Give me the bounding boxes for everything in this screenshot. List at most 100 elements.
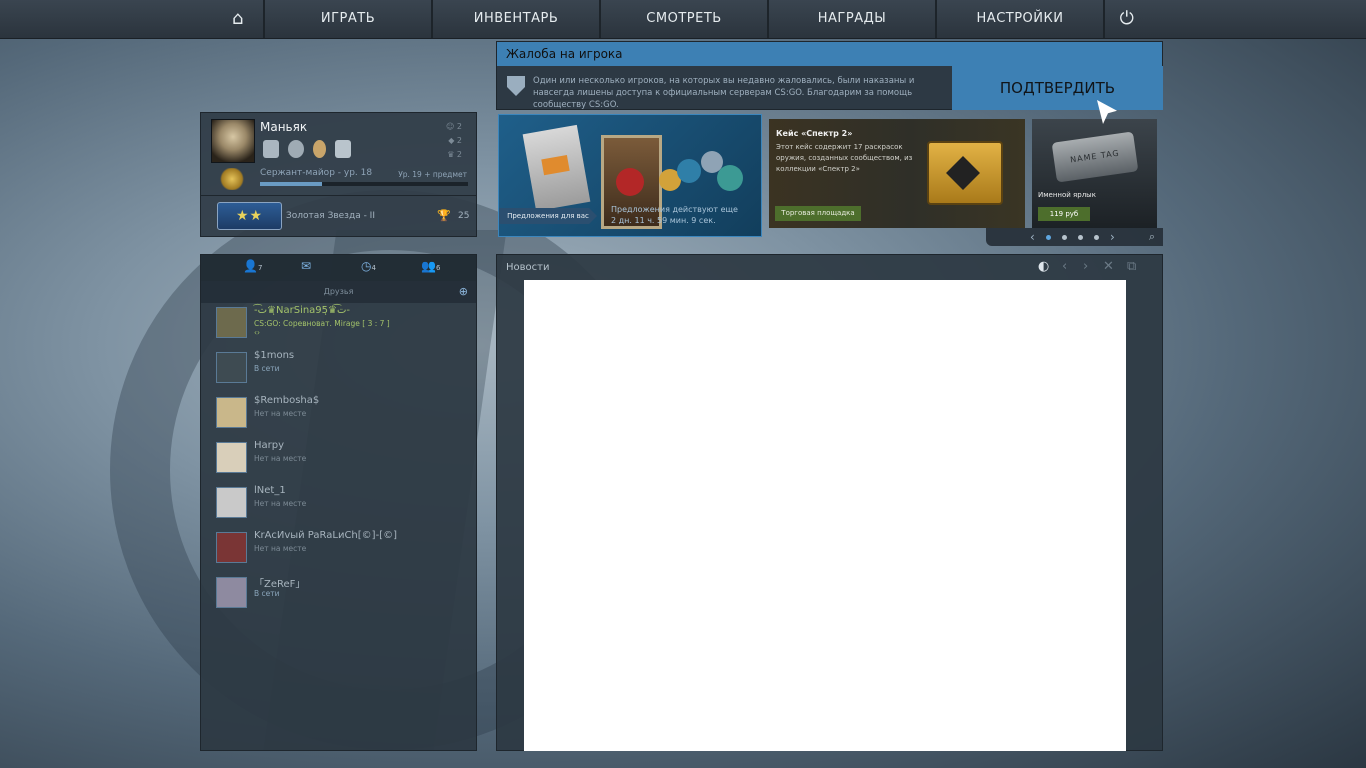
sticker: [717, 165, 743, 191]
profile-panel: Маньяк ☺ 2 ◆ 2 ♛ 2 Сержант-майор - ур. 1…: [200, 112, 477, 237]
friend-avatar[interactable]: [216, 487, 247, 518]
nav-settings[interactable]: НАСТРОЙКИ: [935, 0, 1103, 38]
nav-inventory[interactable]: ИНВЕНТАРЬ: [431, 0, 599, 38]
forward-icon[interactable]: ›: [1083, 259, 1088, 274]
external-link-icon[interactable]: ⧉: [1127, 259, 1136, 274]
friend-status: Нет на месте: [254, 499, 307, 508]
nav-watch[interactable]: СМОТРЕТЬ: [599, 0, 767, 38]
friends-header: Друзья ⊕: [201, 281, 476, 303]
friends-tabs: 👤7 ✉ ◷4 👥6: [201, 255, 476, 281]
pager-dot[interactable]: [1046, 235, 1051, 240]
offer-timer: Предложения действуют еще 2 дн. 11 ч. 59…: [611, 204, 738, 226]
report-body: Один или несколько игроков, на которых в…: [497, 66, 952, 110]
tab-messages[interactable]: ✉: [301, 259, 311, 273]
friend-avatar[interactable]: [216, 397, 247, 428]
back-icon[interactable]: ‹: [1062, 259, 1067, 274]
mail-icon: ✉: [301, 259, 312, 273]
tab-groups[interactable]: 👥6: [421, 259, 440, 273]
pin-medal-icon[interactable]: [313, 140, 326, 158]
rank-title: Сержант-майор - ур. 18: [260, 168, 373, 178]
group-icon: 👥: [421, 259, 436, 273]
profile-name[interactable]: Маньяк: [260, 120, 307, 134]
close-icon[interactable]: ✕: [1103, 259, 1114, 274]
friend-name: KrAcИvый PaRaLиCh[©]-[©]: [254, 530, 397, 541]
friend-row[interactable]: KrAcИvый PaRaLиCh[©]-[©] Нет на месте: [215, 530, 470, 568]
friend-row[interactable]: 「ZeReF」 В сети: [215, 575, 470, 613]
case-tile[interactable]: Кейс «Спектр 2» Этот кейс содержит 17 ра…: [769, 119, 1025, 228]
friend-avatar[interactable]: [216, 442, 247, 473]
operation-medal-icon[interactable]: [335, 140, 351, 158]
news-header: Новости ◐ ‹ › ✕ ⧉: [497, 255, 1162, 280]
case-title: Кейс «Спектр 2»: [776, 129, 853, 138]
nav-awards[interactable]: НАГРАДЫ: [767, 0, 935, 38]
rank-skull-icon: [219, 168, 245, 190]
leader-count: ♛ 2: [447, 150, 462, 159]
stickers-image: [659, 151, 749, 201]
case-image: [927, 141, 1003, 205]
pager-dot[interactable]: [1062, 235, 1067, 240]
chevron-right-icon[interactable]: ›: [1110, 228, 1115, 246]
teacher-count: ◆ 2: [448, 136, 462, 145]
friend-name: $1mons: [254, 350, 295, 361]
friend-avatar[interactable]: [216, 307, 247, 338]
competitive-rank-badge[interactable]: ★★: [217, 202, 282, 230]
friend-status: Нет на месте: [254, 409, 307, 418]
person-icon: 👤: [243, 259, 258, 273]
offers-tag: Предложения для вас: [499, 208, 597, 224]
power-button[interactable]: ⏻: [1103, 0, 1149, 38]
friend-status: CS:GO: Соревноват. Mirage [ 3 : 7 ]: [254, 319, 390, 328]
market-button[interactable]: Торговая площадка: [775, 206, 861, 221]
report-text: Один или несколько игроков, на которых в…: [533, 76, 915, 110]
friend-row[interactable]: Harpy Нет на месте: [215, 440, 470, 478]
offer-timer-value: 2 дн. 11 ч. 59 мин. 9 сек.: [611, 216, 716, 225]
magnifier-icon[interactable]: ⌕: [1149, 228, 1155, 246]
friend-row[interactable]: $1mons В сети: [215, 350, 470, 388]
nametag-tile[interactable]: NAME TAG Именной ярлык 119 руб: [1032, 119, 1157, 228]
xp-bar: [260, 182, 468, 186]
xp-bar-fill: [260, 182, 323, 186]
friend-status: В сети: [254, 364, 280, 373]
report-notification: Жалоба на игрока Один или несколько игро…: [496, 41, 1163, 110]
offers-tile[interactable]: Предложения для вас Предложения действую…: [498, 114, 762, 237]
friendly-count: ☺ 2: [446, 122, 462, 131]
avatar[interactable]: [211, 119, 255, 163]
friend-avatar[interactable]: [216, 577, 247, 608]
news-content[interactable]: [524, 280, 1126, 751]
service-medal-icon[interactable]: [263, 140, 279, 158]
wins-count: 25: [458, 211, 470, 221]
friend-row[interactable]: $Rembosha$ Нет на месте: [215, 395, 470, 433]
friend-name: Harpy: [254, 440, 285, 451]
news-panel: Новости ◐ ‹ › ✕ ⧉: [496, 254, 1163, 751]
friends-label: Друзья: [323, 287, 354, 296]
pager-dot[interactable]: [1078, 235, 1083, 240]
friend-row[interactable]: lNet_1 Нет на месте: [215, 485, 470, 523]
friend-extra: ‹›: [254, 328, 260, 337]
pager-dot[interactable]: [1094, 235, 1099, 240]
tab-recent[interactable]: ◷4: [361, 259, 376, 273]
news-title: Новости: [506, 262, 550, 273]
divider: [201, 195, 476, 196]
history-icon: ◷: [361, 259, 372, 273]
home-icon: ⌂: [232, 8, 244, 29]
tab-friends[interactable]: 👤7: [243, 259, 262, 273]
coin-medal-icon[interactable]: [288, 140, 304, 158]
nametag-image: NAME TAG: [1051, 131, 1139, 183]
trophy-icon: 🏆: [437, 209, 451, 222]
friend-avatar[interactable]: [216, 352, 247, 383]
nav-play[interactable]: ИГРАТЬ: [263, 0, 431, 38]
commendation-counts: ☺ 2 ◆ 2 ♛ 2: [446, 120, 462, 162]
chevron-left-icon[interactable]: ‹: [1030, 228, 1035, 246]
friend-name: $Rembosha$: [254, 395, 320, 406]
friend-avatar[interactable]: [216, 532, 247, 563]
friend-name: 「ZeReF」: [254, 579, 306, 590]
friend-row[interactable]: -ت͡♛ͅNarSina95ͅ♛͡ت- CS:GO: Соревноват. Mi…: [215, 305, 470, 343]
friend-status: Нет на месте: [254, 454, 307, 463]
report-title: Жалоба на игрока: [497, 42, 1162, 66]
friend-status: В сети: [254, 589, 280, 598]
shield-icon: [507, 76, 525, 96]
confirm-button[interactable]: ПОДТВЕРДИТЬ: [952, 66, 1163, 110]
price-button[interactable]: 119 руб: [1038, 207, 1090, 221]
add-friend-icon[interactable]: ⊕: [459, 285, 468, 298]
home-button[interactable]: ⌂: [213, 0, 263, 38]
offer-timer-label: Предложения действуют еще: [611, 205, 738, 214]
